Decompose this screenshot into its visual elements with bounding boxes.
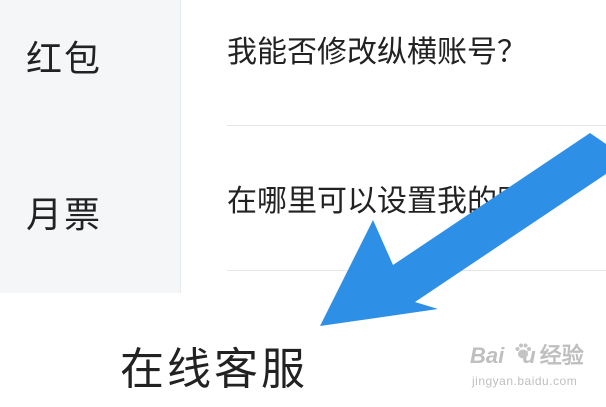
online-service-label: 在线客服 [120,344,308,395]
faq-item-text: 我能否修改纵横账号？ [227,35,527,70]
sidebar-item-red-packet[interactable]: 红包 [26,38,102,82]
sidebar-item-monthly-ticket[interactable]: 月票 [26,194,102,238]
sidebar-item-label: 月票 [26,195,103,236]
faq-item[interactable]: 在哪里可以设置我的账户 [227,182,606,222]
watermark: Bai u 经验 jingyan.baidu.com [470,338,600,402]
paw-icon [515,343,531,359]
online-service-button[interactable]: 在线客服 [120,342,308,398]
divider [227,125,606,126]
faq-item[interactable]: 我能否修改纵横账号？ [227,33,606,73]
category-sidebar: 红包 月票 [0,0,181,293]
faq-list: 我能否修改纵横账号？ 在哪里可以设置我的账户 [181,0,606,293]
sidebar-item-label: 红包 [26,39,103,80]
faq-item-text: 在哪里可以设置我的账户 [227,184,557,219]
watermark-url: jingyan.baidu.com [472,374,578,388]
divider [227,270,606,271]
